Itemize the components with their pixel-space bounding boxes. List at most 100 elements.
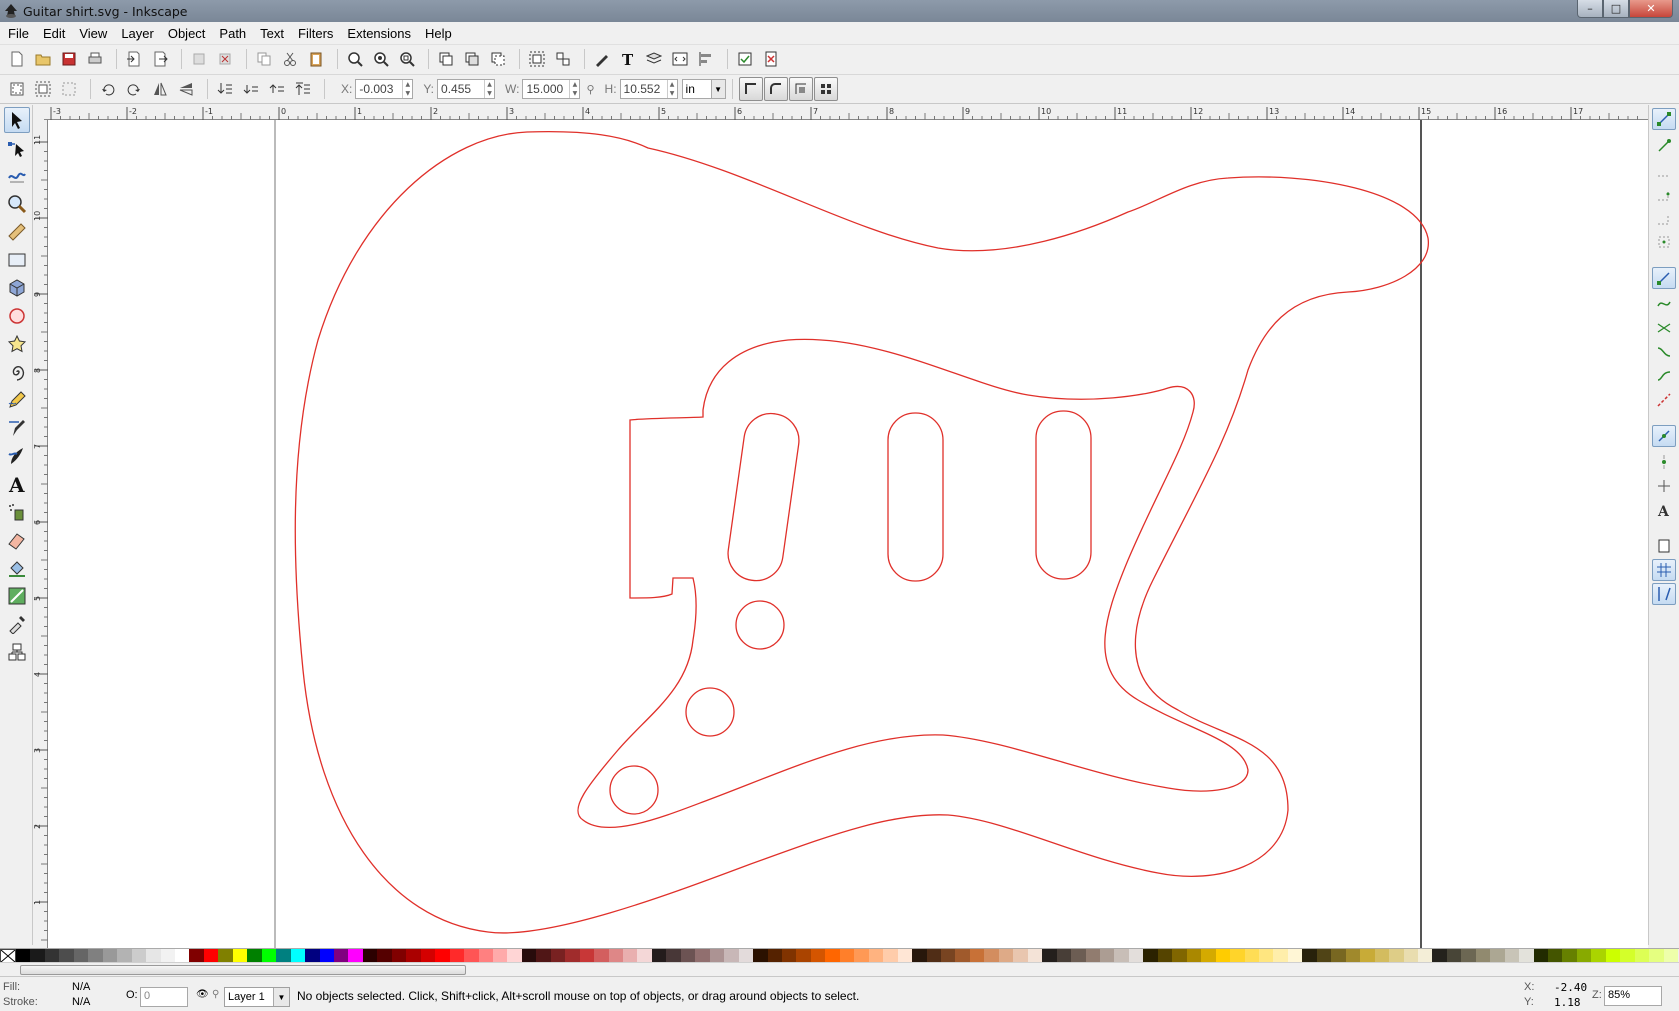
palette-swatch[interactable] — [941, 949, 956, 963]
pencil-tool-icon[interactable] — [4, 387, 30, 413]
snap-cusp-nodes-icon[interactable] — [1652, 341, 1676, 363]
flip-horizontal-icon[interactable] — [149, 78, 171, 100]
save-icon[interactable] — [58, 48, 80, 70]
snap-bbox-icon[interactable] — [1652, 135, 1676, 157]
move-gradients-toggle[interactable] — [788, 77, 813, 101]
palette-swatch[interactable] — [232, 949, 248, 963]
palette-swatch[interactable] — [117, 949, 132, 963]
opacity-input[interactable] — [141, 990, 175, 1002]
knob-volume[interactable] — [735, 600, 785, 650]
palette-swatch[interactable] — [1157, 949, 1173, 963]
palette-swatch[interactable] — [984, 949, 999, 963]
palette-swatch[interactable] — [1605, 949, 1621, 963]
palette-swatch[interactable] — [420, 949, 436, 963]
snap-nodes-icon[interactable] — [1652, 267, 1676, 289]
palette-swatch[interactable] — [1071, 949, 1086, 963]
x-spinbox[interactable]: ▲▼ — [355, 79, 414, 99]
lower-icon[interactable] — [240, 78, 262, 100]
fill-value[interactable]: N/A — [72, 981, 90, 993]
layer-select[interactable]: Layer 1 ▼ — [224, 987, 290, 1007]
stroke-value[interactable]: N/A — [72, 996, 90, 1008]
palette-swatch[interactable] — [969, 949, 985, 963]
palette-swatch[interactable] — [1576, 949, 1592, 963]
select-all-layers-icon[interactable] — [32, 78, 54, 100]
text-tool-icon[interactable]: A — [4, 471, 30, 497]
palette-swatch[interactable] — [680, 949, 696, 963]
palette-swatch[interactable] — [1273, 949, 1288, 963]
palette-swatch[interactable] — [753, 949, 768, 963]
palette-swatch[interactable] — [1230, 949, 1245, 963]
knob-tone-1[interactable] — [685, 687, 735, 737]
snap-midpoints-icon[interactable] — [1652, 389, 1676, 411]
palette-swatch[interactable] — [73, 949, 89, 963]
palette-swatch[interactable] — [1099, 949, 1115, 963]
lock-ratio-icon[interactable]: ⚲ — [586, 83, 594, 96]
menu-help[interactable]: Help — [425, 26, 452, 41]
palette-swatch[interactable] — [1128, 949, 1144, 963]
color-palette[interactable] — [0, 948, 1679, 963]
palette-swatch[interactable] — [319, 949, 334, 963]
palette-swatch[interactable] — [623, 949, 638, 963]
horizontal-ruler[interactable]: -3 -2 -1 0 1 2 3 4 5 6 7 8 9 10 11 12 13 14 15 16 17 — [44, 105, 1648, 120]
connector-tool-icon[interactable] — [4, 639, 30, 665]
palette-swatch[interactable] — [767, 949, 783, 963]
palette-swatch[interactable] — [1432, 949, 1447, 963]
palette-swatch[interactable] — [1548, 949, 1563, 963]
palette-swatch[interactable] — [695, 949, 710, 963]
palette-swatch[interactable] — [290, 949, 306, 963]
snap-bbox-edge-icon[interactable] — [1652, 159, 1676, 181]
star-tool-icon[interactable] — [4, 331, 30, 357]
menu-text[interactable]: Text — [260, 26, 284, 41]
menu-filters[interactable]: Filters — [298, 26, 333, 41]
palette-swatch[interactable] — [1519, 949, 1534, 963]
palette-swatch[interactable] — [189, 949, 204, 963]
chevron-down-icon[interactable]: ▼ — [710, 80, 725, 98]
rotate-ccw-icon[interactable] — [97, 78, 119, 100]
palette-swatch[interactable] — [839, 949, 855, 963]
palette-swatch[interactable] — [1143, 949, 1158, 963]
node-tool-icon[interactable] — [4, 135, 30, 161]
palette-swatch[interactable] — [897, 949, 913, 963]
rectangle-tool-icon[interactable] — [4, 247, 30, 273]
palette-swatch[interactable] — [1244, 949, 1259, 963]
palette-swatch[interactable] — [883, 949, 898, 963]
pickup-middle[interactable] — [887, 412, 944, 582]
spiral-tool-icon[interactable] — [4, 359, 30, 385]
paste-icon[interactable] — [305, 48, 327, 70]
palette-swatch[interactable] — [406, 949, 421, 963]
snap-bbox-corner-icon[interactable] — [1652, 183, 1676, 205]
palette-swatch[interactable] — [1389, 949, 1404, 963]
palette-swatch[interactable] — [1316, 949, 1332, 963]
3d-box-tool-icon[interactable] — [4, 275, 30, 301]
palette-swatch[interactable] — [724, 949, 739, 963]
preferences-icon[interactable] — [734, 48, 756, 70]
h-input[interactable] — [620, 82, 667, 96]
palette-swatch[interactable] — [218, 949, 233, 963]
menu-extensions[interactable]: Extensions — [347, 26, 411, 41]
lower-to-bottom-icon[interactable] — [214, 78, 236, 100]
palette-swatch[interactable] — [955, 949, 970, 963]
maximize-button[interactable]: □ — [1603, 0, 1629, 18]
chevron-down-icon[interactable]: ▼ — [273, 988, 289, 1006]
palette-swatch[interactable] — [348, 949, 363, 963]
palette-swatch[interactable] — [868, 949, 884, 963]
copy-icon[interactable] — [253, 48, 275, 70]
w-spinbox[interactable]: ▲▼ — [522, 79, 581, 99]
layer-visibility-icon[interactable]: 👁 — [196, 989, 209, 1000]
raise-icon[interactable] — [266, 78, 288, 100]
palette-swatch[interactable] — [377, 949, 392, 963]
palette-swatch[interactable] — [1287, 949, 1303, 963]
palette-swatch[interactable] — [464, 949, 479, 963]
palette-swatch[interactable] — [1027, 949, 1043, 963]
xml-editor-icon[interactable] — [669, 48, 691, 70]
text-font-icon[interactable]: T — [617, 48, 639, 70]
dropper-tool-icon[interactable] — [4, 611, 30, 637]
palette-swatch[interactable] — [1331, 949, 1346, 963]
palette-swatch[interactable] — [1490, 949, 1505, 963]
redo-icon[interactable] — [214, 48, 236, 70]
palette-swatch[interactable] — [102, 949, 118, 963]
palette-swatch[interactable] — [247, 949, 262, 963]
palette-swatch[interactable] — [261, 949, 277, 963]
palette-swatch[interactable] — [998, 949, 1014, 963]
palette-swatch[interactable] — [810, 949, 826, 963]
